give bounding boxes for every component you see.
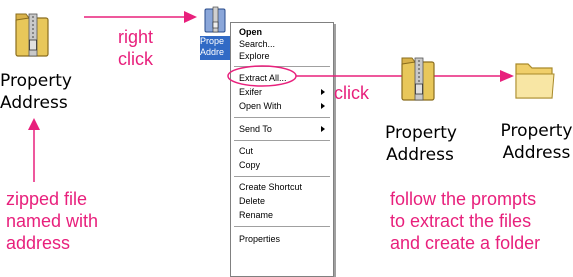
menu-item-send-to[interactable]: Send To (239, 123, 329, 136)
folder-icon[interactable] (514, 58, 556, 102)
zipped-folder-icon-2[interactable] (400, 52, 436, 104)
zipped-folder-icon[interactable] (14, 8, 50, 60)
right-click-annotation: right click (118, 27, 154, 69)
context-menu: Open Search... Explore Extract All... Ex… (230, 22, 334, 277)
menu-separator (234, 226, 330, 228)
selected-zip-icon[interactable] (204, 4, 226, 34)
menu-item-create-shortcut[interactable]: Create Shortcut (239, 181, 329, 194)
menu-item-properties[interactable]: Properties (239, 233, 329, 246)
extract-all-highlight (227, 65, 514, 87)
menu-item-send-to-label: Send To (239, 124, 272, 134)
menu-separator (234, 176, 330, 178)
menu-item-delete[interactable]: Delete (239, 195, 329, 208)
zipped-file-label-2: Property Address (385, 123, 457, 165)
menu-item-copy[interactable]: Copy (239, 159, 329, 172)
menu-separator (234, 117, 330, 119)
zipped-file-note: zipped file named with address (6, 189, 99, 253)
zipped-file-label: Property Address (0, 71, 72, 113)
menu-item-open-with[interactable]: Open With (239, 100, 329, 113)
menu-item-rename[interactable]: Rename (239, 209, 329, 222)
menu-item-cut[interactable]: Cut (239, 145, 329, 158)
menu-item-open-with-label: Open With (239, 101, 282, 111)
click-annotation: click (334, 83, 369, 103)
follow-prompts-note: follow the prompts to extract the files … (390, 189, 541, 253)
folder-label: Property Address (500, 121, 573, 163)
submenu-arrow-icon (321, 103, 325, 109)
submenu-arrow-icon (321, 126, 325, 132)
arrow-up (28, 118, 40, 182)
arrow-to-menu (84, 11, 197, 23)
selected-file-caption[interactable]: Prope Addre (200, 36, 234, 60)
menu-separator (234, 140, 330, 142)
